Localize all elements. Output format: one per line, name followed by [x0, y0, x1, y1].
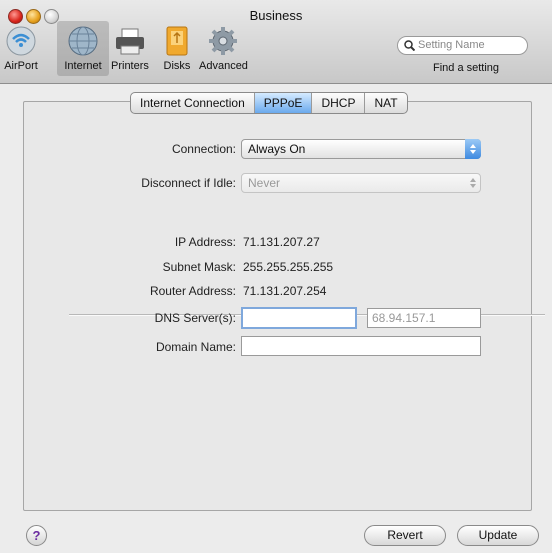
ip-address-value: 71.131.207.27	[243, 235, 320, 249]
popup-arrows-icon	[465, 139, 481, 159]
toolbar-label: Disks	[163, 60, 191, 72]
globe-icon	[66, 24, 100, 58]
tab-nat[interactable]: NAT	[365, 93, 406, 113]
gear-icon	[206, 24, 240, 58]
disk-icon	[160, 24, 194, 58]
find-setting-label: Find a setting	[433, 62, 500, 74]
printer-icon	[113, 24, 147, 58]
router-address-value: 71.131.207.254	[243, 284, 327, 298]
search-input[interactable]: Setting Name	[397, 36, 528, 55]
popup-arrows-icon	[465, 173, 481, 193]
router-address-label: Router Address:	[149, 284, 236, 298]
ip-address-label: IP Address:	[174, 235, 236, 249]
toolbar-item-printers[interactable]: Printers	[111, 24, 149, 72]
tab-dhcp[interactable]: DHCP	[312, 93, 366, 113]
dns-primary-field[interactable]	[241, 307, 357, 329]
subnet-mask-label: Subnet Mask:	[162, 260, 236, 274]
search-placeholder: Setting Name	[418, 39, 485, 51]
connection-label: Connection:	[171, 142, 236, 156]
dns-servers-label: DNS Server(s):	[154, 311, 236, 325]
connection-value: Always On	[248, 142, 306, 156]
toolbar-label: Printers	[111, 60, 149, 72]
disconnect-label: Disconnect if Idle:	[141, 176, 236, 190]
toolbar-item-disks[interactable]: Disks	[160, 24, 194, 72]
tab-pppoe[interactable]: PPPoE	[254, 93, 313, 113]
connection-popup[interactable]: Always On	[241, 139, 481, 159]
domain-name-label: Domain Name:	[155, 340, 236, 354]
toolbar-item-advanced[interactable]: Advanced	[199, 24, 248, 72]
title-bar: Business AirPort Internet Printers Disks…	[0, 0, 552, 84]
tab-internet-connection[interactable]: Internet Connection	[131, 93, 255, 113]
dns-secondary-field[interactable]: 68.94.157.1	[367, 308, 481, 328]
toolbar-label: Advanced	[199, 60, 248, 72]
disconnect-popup[interactable]: Never	[241, 173, 481, 193]
update-button[interactable]: Update	[457, 525, 539, 546]
search-icon	[404, 40, 415, 51]
toolbar-item-internet[interactable]: Internet	[57, 21, 109, 76]
preferences-window: Business AirPort Internet Printers Disks…	[0, 0, 552, 553]
domain-name-field[interactable]	[241, 336, 481, 356]
subnet-mask-value: 255.255.255.255	[243, 260, 334, 274]
revert-button[interactable]: Revert	[364, 525, 446, 546]
settings-panel: Connection: Always On Disconnect if Idle…	[23, 101, 545, 511]
toolbar-label: Internet	[64, 60, 102, 72]
disconnect-value: Never	[248, 176, 281, 190]
tab-bar: Internet Connection PPPoE DHCP NAT	[130, 92, 408, 114]
help-button[interactable]: ?	[26, 525, 47, 546]
toolbar-label: AirPort	[4, 60, 38, 72]
toolbar-item-airport[interactable]: AirPort	[4, 24, 38, 72]
airport-icon	[4, 24, 38, 58]
